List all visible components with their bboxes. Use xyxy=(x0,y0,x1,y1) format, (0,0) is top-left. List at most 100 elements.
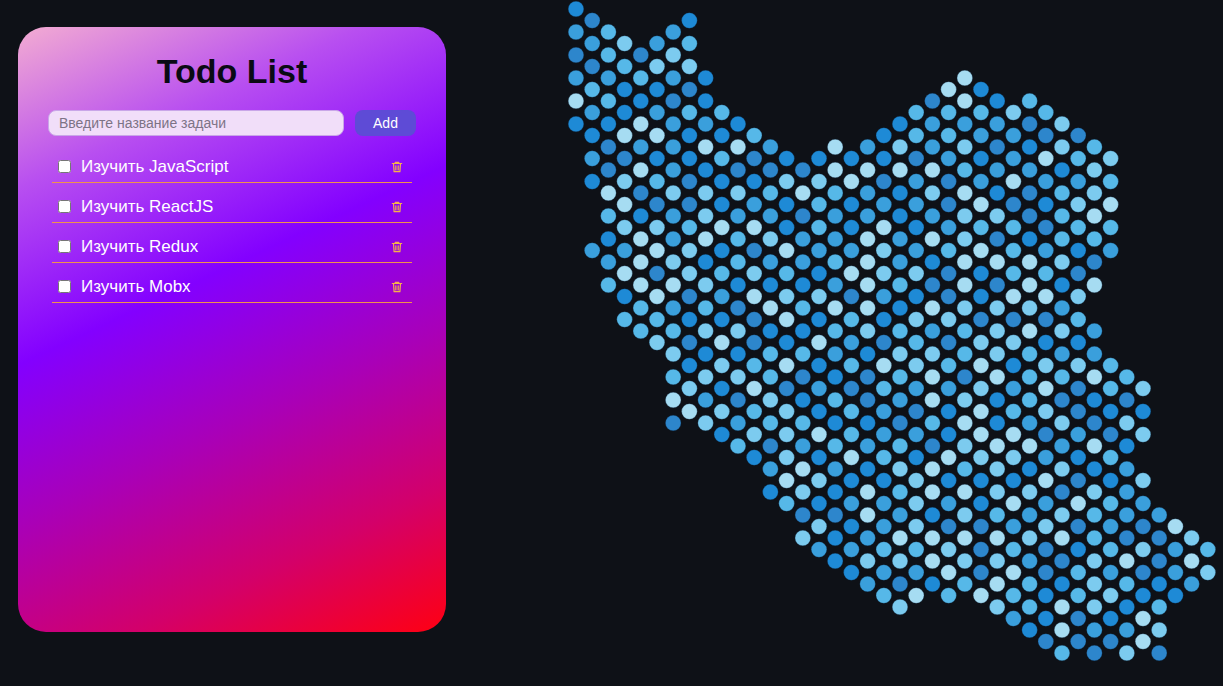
map-dot xyxy=(682,335,698,351)
map-dot xyxy=(730,323,746,339)
map-dot xyxy=(601,208,617,224)
map-dot xyxy=(698,254,714,270)
map-dot xyxy=(682,243,698,259)
map-dot xyxy=(1054,346,1070,362)
map-dot xyxy=(941,473,957,489)
map-dot xyxy=(779,358,795,374)
trash-icon[interactable] xyxy=(390,240,404,254)
map-dot xyxy=(698,323,714,339)
map-dot xyxy=(957,392,973,408)
map-dot xyxy=(860,346,876,362)
map-dot xyxy=(908,542,924,558)
map-dot xyxy=(1022,208,1038,224)
map-dot xyxy=(827,162,843,178)
map-dot xyxy=(973,266,989,282)
map-dot xyxy=(746,358,762,374)
map-dot xyxy=(860,162,876,178)
map-dot xyxy=(584,243,600,259)
trash-icon[interactable] xyxy=(390,200,404,214)
map-dot xyxy=(1103,243,1119,259)
map-dot xyxy=(925,277,941,293)
todo-checkbox[interactable] xyxy=(58,160,71,173)
map-dot xyxy=(763,323,779,339)
map-dot xyxy=(957,346,973,362)
map-dot xyxy=(1087,369,1103,385)
map-dot xyxy=(860,369,876,385)
map-dot xyxy=(860,415,876,431)
map-dot xyxy=(1070,450,1086,466)
map-dot xyxy=(989,530,1005,546)
map-dot xyxy=(714,312,730,328)
map-dot xyxy=(860,208,876,224)
map-dot xyxy=(892,576,908,592)
map-dot xyxy=(1087,277,1103,293)
map-dot xyxy=(925,93,941,109)
todo-checkbox[interactable] xyxy=(58,200,71,213)
map-dot xyxy=(957,415,973,431)
task-input[interactable] xyxy=(48,110,344,136)
map-dot xyxy=(1070,266,1086,282)
map-dot xyxy=(665,369,681,385)
map-dot xyxy=(1054,507,1070,523)
map-dot xyxy=(1022,438,1038,454)
map-dot xyxy=(795,323,811,339)
map-dot xyxy=(665,139,681,155)
map-dot xyxy=(844,289,860,305)
map-dot xyxy=(1054,438,1070,454)
map-dot xyxy=(973,473,989,489)
map-dot xyxy=(1184,576,1200,592)
map-dot xyxy=(844,151,860,167)
map-dot xyxy=(892,530,908,546)
map-dot xyxy=(1054,323,1070,339)
map-dot xyxy=(1054,369,1070,385)
map-dot xyxy=(1119,645,1135,661)
todo-checkbox[interactable] xyxy=(58,240,71,253)
map-dot xyxy=(892,162,908,178)
map-dot xyxy=(860,185,876,201)
map-dot xyxy=(941,266,957,282)
map-dot xyxy=(1070,174,1086,190)
map-dot xyxy=(989,323,1005,339)
map-dot xyxy=(665,346,681,362)
map-dot xyxy=(1103,473,1119,489)
map-dot xyxy=(811,473,827,489)
map-dot xyxy=(665,392,681,408)
map-dot xyxy=(730,300,746,316)
map-dot xyxy=(1038,519,1054,535)
map-dot xyxy=(1151,645,1167,661)
map-dot xyxy=(827,484,843,500)
trash-icon[interactable] xyxy=(390,280,404,294)
map-dot xyxy=(908,266,924,282)
map-dot xyxy=(844,496,860,512)
map-dot xyxy=(633,300,649,316)
map-dot xyxy=(1022,254,1038,270)
map-dot xyxy=(973,381,989,397)
map-dot xyxy=(811,358,827,374)
map-dot xyxy=(665,208,681,224)
map-dot xyxy=(1038,381,1054,397)
map-dot xyxy=(1038,266,1054,282)
map-dot xyxy=(957,116,973,132)
map-dot xyxy=(957,70,973,86)
map-dot xyxy=(989,415,1005,431)
map-dot xyxy=(682,13,698,29)
map-dot xyxy=(617,266,633,282)
map-dot xyxy=(1103,151,1119,167)
map-dot xyxy=(1038,358,1054,374)
map-dot xyxy=(1087,392,1103,408)
todo-item: Изучить Mobx xyxy=(52,263,412,303)
map-dot xyxy=(860,231,876,247)
map-dot xyxy=(908,312,924,328)
map-dot xyxy=(973,289,989,305)
map-dot xyxy=(568,93,584,109)
map-dot xyxy=(892,139,908,155)
todo-checkbox[interactable] xyxy=(58,280,71,293)
map-dot xyxy=(973,450,989,466)
trash-icon[interactable] xyxy=(390,160,404,174)
map-dot xyxy=(1119,484,1135,500)
map-dot xyxy=(892,484,908,500)
map-dot xyxy=(746,128,762,144)
map-dot xyxy=(1119,553,1135,569)
add-button[interactable]: Add xyxy=(355,110,416,136)
map-dot xyxy=(908,473,924,489)
